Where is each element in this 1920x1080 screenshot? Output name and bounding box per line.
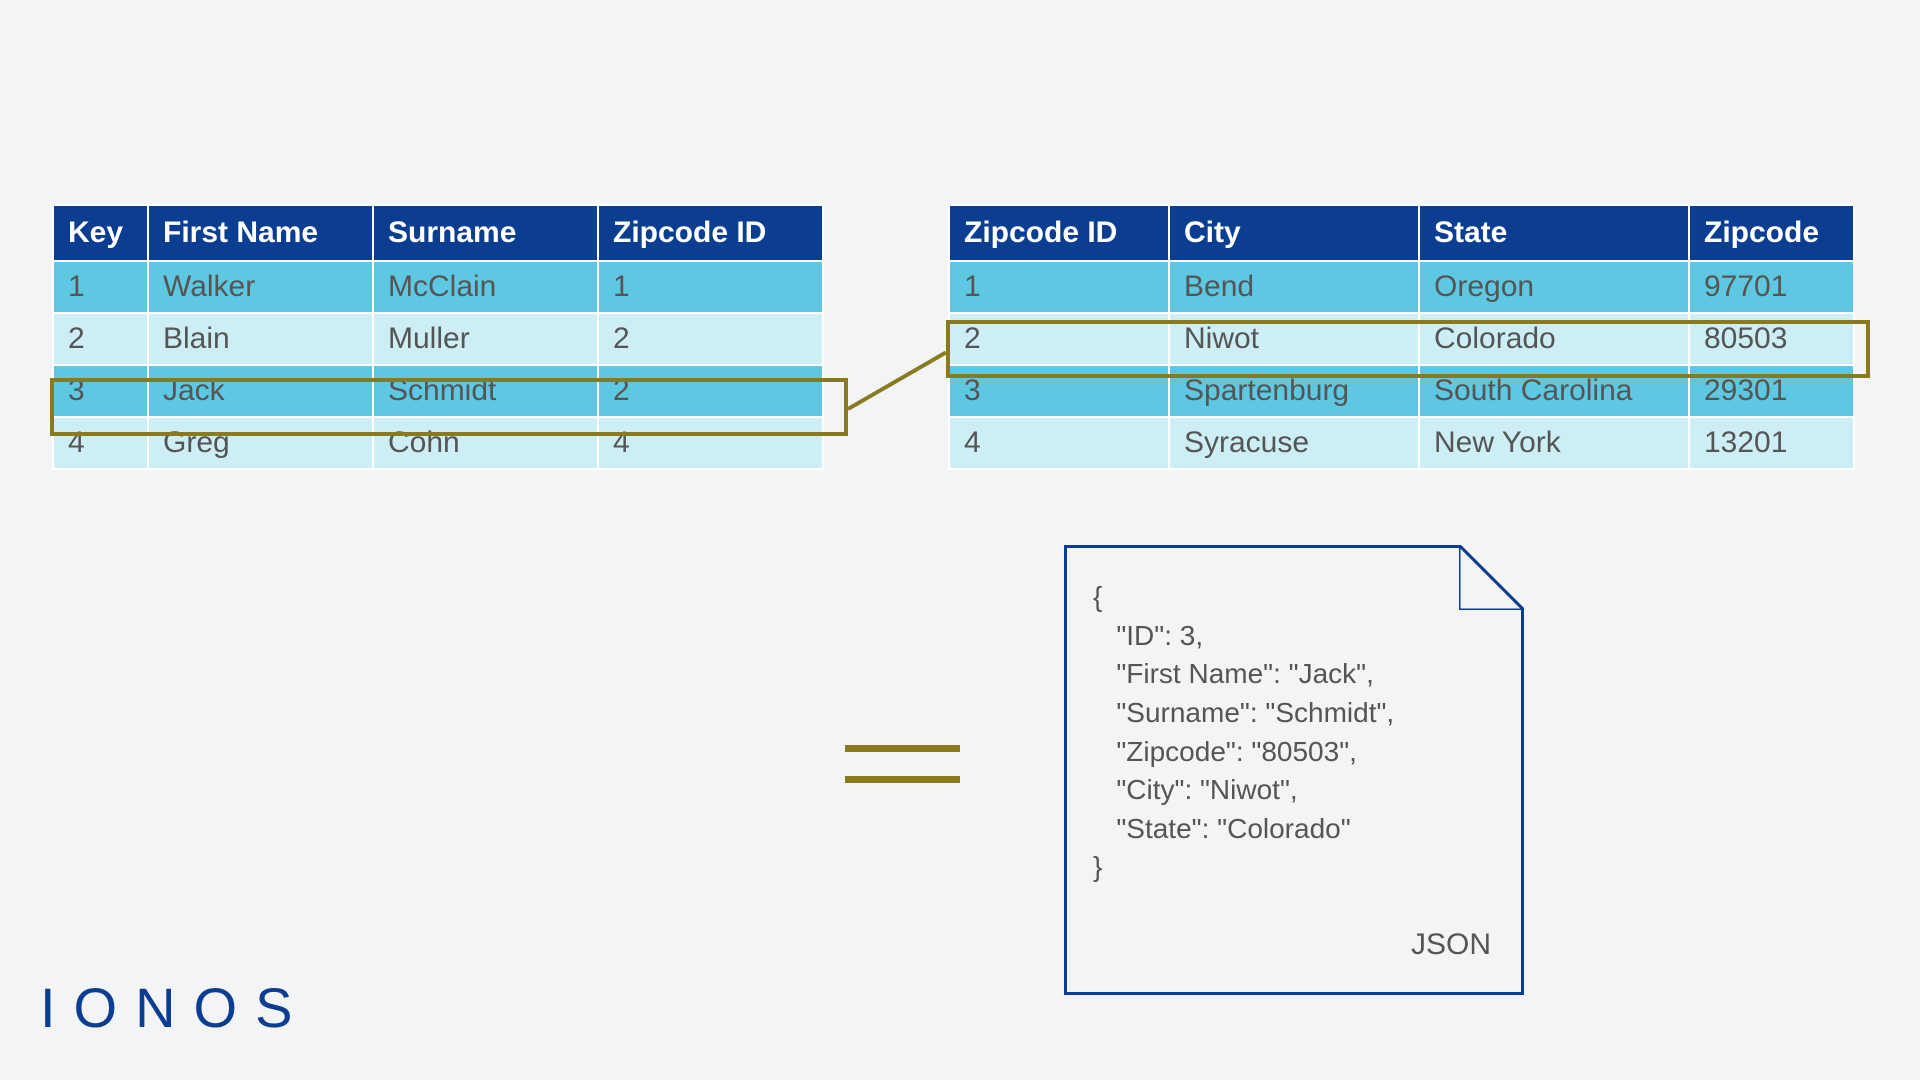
table-cell: 1 [949, 261, 1169, 313]
col-firstname: First Name [148, 205, 373, 261]
join-connector-line [847, 351, 947, 411]
table-cell: 1 [598, 261, 823, 313]
table-cell: New York [1419, 417, 1689, 469]
table-cell: Muller [373, 313, 598, 365]
table-cell: Niwot [1169, 313, 1419, 365]
table-cell: 1 [53, 261, 148, 313]
table-cell: 2 [598, 313, 823, 365]
table-row: 3SpartenburgSouth Carolina29301 [949, 365, 1854, 417]
table-row: 4GregCohn4 [53, 417, 823, 469]
table-row: 1WalkerMcClain1 [53, 261, 823, 313]
table-cell: 3 [949, 365, 1169, 417]
table-cell: Syracuse [1169, 417, 1419, 469]
col-zipcode: Zipcode [1689, 205, 1854, 261]
table-cell: 29301 [1689, 365, 1854, 417]
table-cell: Greg [148, 417, 373, 469]
equals-icon [845, 745, 960, 807]
table-cell: 97701 [1689, 261, 1854, 313]
table-cell: 2 [598, 365, 823, 417]
table-cell: 13201 [1689, 417, 1854, 469]
col-key: Key [53, 205, 148, 261]
table-cell: 4 [598, 417, 823, 469]
table-row: 3JackSchmidt2 [53, 365, 823, 417]
table-cell: Bend [1169, 261, 1419, 313]
table-row: 1BendOregon97701 [949, 261, 1854, 313]
table-cell: Spartenburg [1169, 365, 1419, 417]
table-cell: Colorado [1419, 313, 1689, 365]
ionos-logo: IONOS [40, 975, 310, 1040]
table-cell: Schmidt [373, 365, 598, 417]
col-zipcodeid: Zipcode ID [949, 205, 1169, 261]
table-cell: 4 [949, 417, 1169, 469]
table-cell: Cohn [373, 417, 598, 469]
table-cell: Jack [148, 365, 373, 417]
col-state: State [1419, 205, 1689, 261]
table-row: 2BlainMuller2 [53, 313, 823, 365]
table-cell: 80503 [1689, 313, 1854, 365]
page-fold-icon [1459, 545, 1524, 610]
table-row: 2NiwotColorado80503 [949, 313, 1854, 365]
json-document: { "ID": 3, "First Name": "Jack", "Surnam… [1064, 545, 1524, 995]
json-content: { "ID": 3, "First Name": "Jack", "Surnam… [1093, 578, 1495, 887]
table-cell: 4 [53, 417, 148, 469]
zipcodes-table: Zipcode ID City State Zipcode 1BendOrego… [948, 204, 1855, 470]
table-row: 4SyracuseNew York13201 [949, 417, 1854, 469]
table-cell: 3 [53, 365, 148, 417]
table-cell: Oregon [1419, 261, 1689, 313]
people-table: Key First Name Surname Zipcode ID 1Walke… [52, 204, 824, 470]
table-cell: 2 [949, 313, 1169, 365]
table-cell: Blain [148, 313, 373, 365]
col-surname: Surname [373, 205, 598, 261]
table-cell: McClain [373, 261, 598, 313]
col-zipcodeid: Zipcode ID [598, 205, 823, 261]
col-city: City [1169, 205, 1419, 261]
json-label: JSON [1411, 928, 1491, 962]
table-cell: 2 [53, 313, 148, 365]
table-cell: Walker [148, 261, 373, 313]
table-cell: South Carolina [1419, 365, 1689, 417]
